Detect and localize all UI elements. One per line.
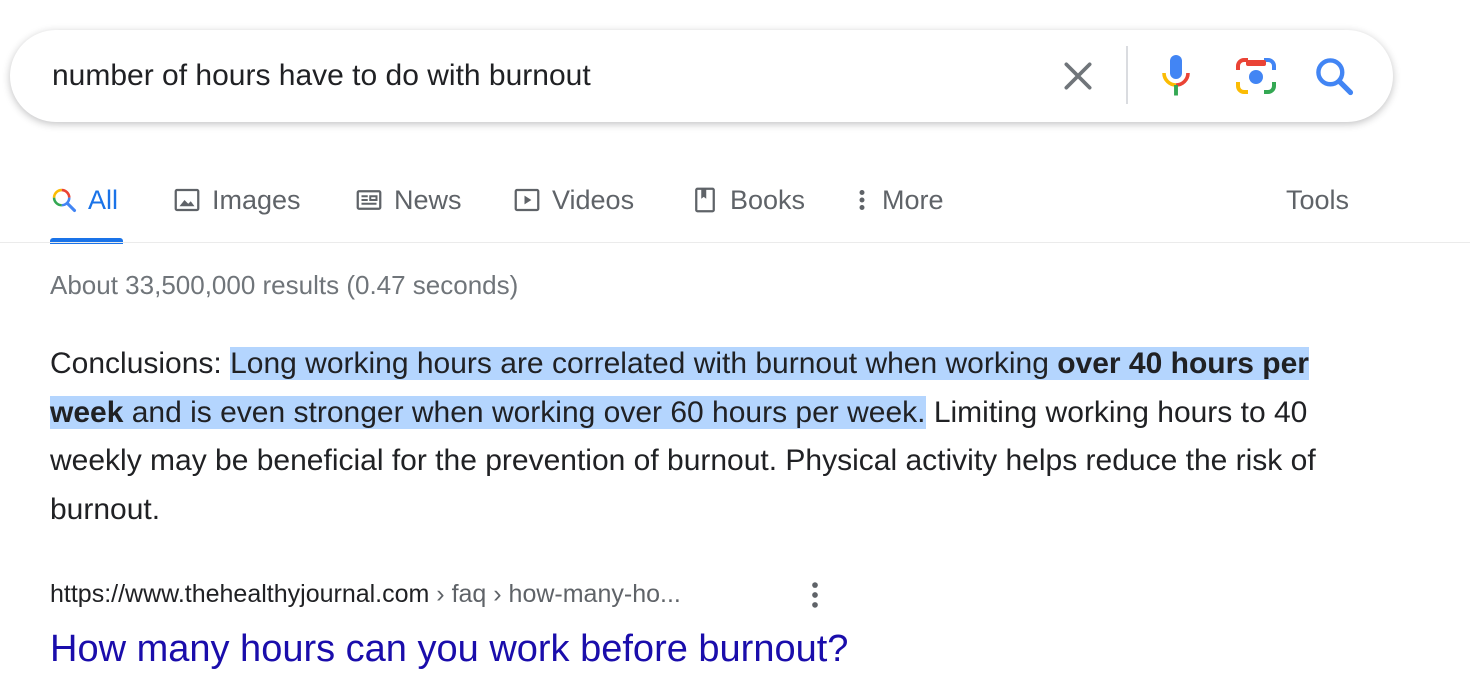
search-icon[interactable] (1312, 54, 1356, 98)
active-tab-indicator (50, 238, 123, 244)
search-tabs: All Images News Videos Books More Tools (0, 170, 1470, 244)
result-site: https://www.thehealthyjournal.com (50, 580, 430, 608)
tools-button[interactable]: Tools (1286, 180, 1349, 220)
result-url[interactable]: https://www.thehealthyjournal.com › faq … (50, 580, 681, 609)
result-stats: About 33,500,000 results (0.47 seconds) (50, 270, 519, 300)
search-icon (52, 188, 77, 213)
microphone-icon[interactable] (1158, 52, 1194, 100)
tab-more[interactable]: More (852, 180, 944, 220)
result-path: › faq › how-many-ho... (429, 580, 681, 608)
camera-lens-icon[interactable] (1234, 56, 1278, 96)
video-icon (514, 188, 540, 212)
tab-images[interactable]: Images (172, 180, 301, 220)
image-icon (174, 188, 200, 212)
book-icon (695, 187, 715, 213)
tab-books[interactable]: Books (690, 180, 805, 220)
tab-label: News (394, 184, 462, 215)
tab-news[interactable]: News (354, 180, 462, 220)
more-vert-icon (859, 190, 865, 210)
tools-label: Tools (1286, 184, 1350, 215)
more-options-icon[interactable] (802, 578, 828, 612)
tab-label: Books (730, 184, 806, 215)
snippet-highlight-text: and is even stronger when working over 6… (123, 395, 926, 429)
tab-label: Videos (552, 184, 635, 215)
search-bar (10, 30, 1393, 122)
search-bar-divider (1126, 46, 1128, 104)
snippet-highlight-text: Long working hours are correlated with b… (230, 347, 1058, 380)
clear-icon[interactable] (1058, 56, 1098, 96)
tab-label: All (88, 184, 119, 215)
tab-label: More (882, 184, 944, 215)
tab-label: Images (212, 184, 301, 215)
tabs-divider (0, 242, 1470, 243)
result-title-link[interactable]: How many hours can you work before burno… (50, 628, 848, 671)
tab-all[interactable]: All (50, 180, 118, 220)
featured-snippet: Conclusions: Long working hours are corr… (50, 340, 1340, 534)
snippet-prefix: Conclusions: (50, 347, 231, 380)
news-icon (356, 190, 382, 210)
search-input[interactable] (52, 54, 1052, 98)
tab-videos[interactable]: Videos (512, 180, 634, 220)
